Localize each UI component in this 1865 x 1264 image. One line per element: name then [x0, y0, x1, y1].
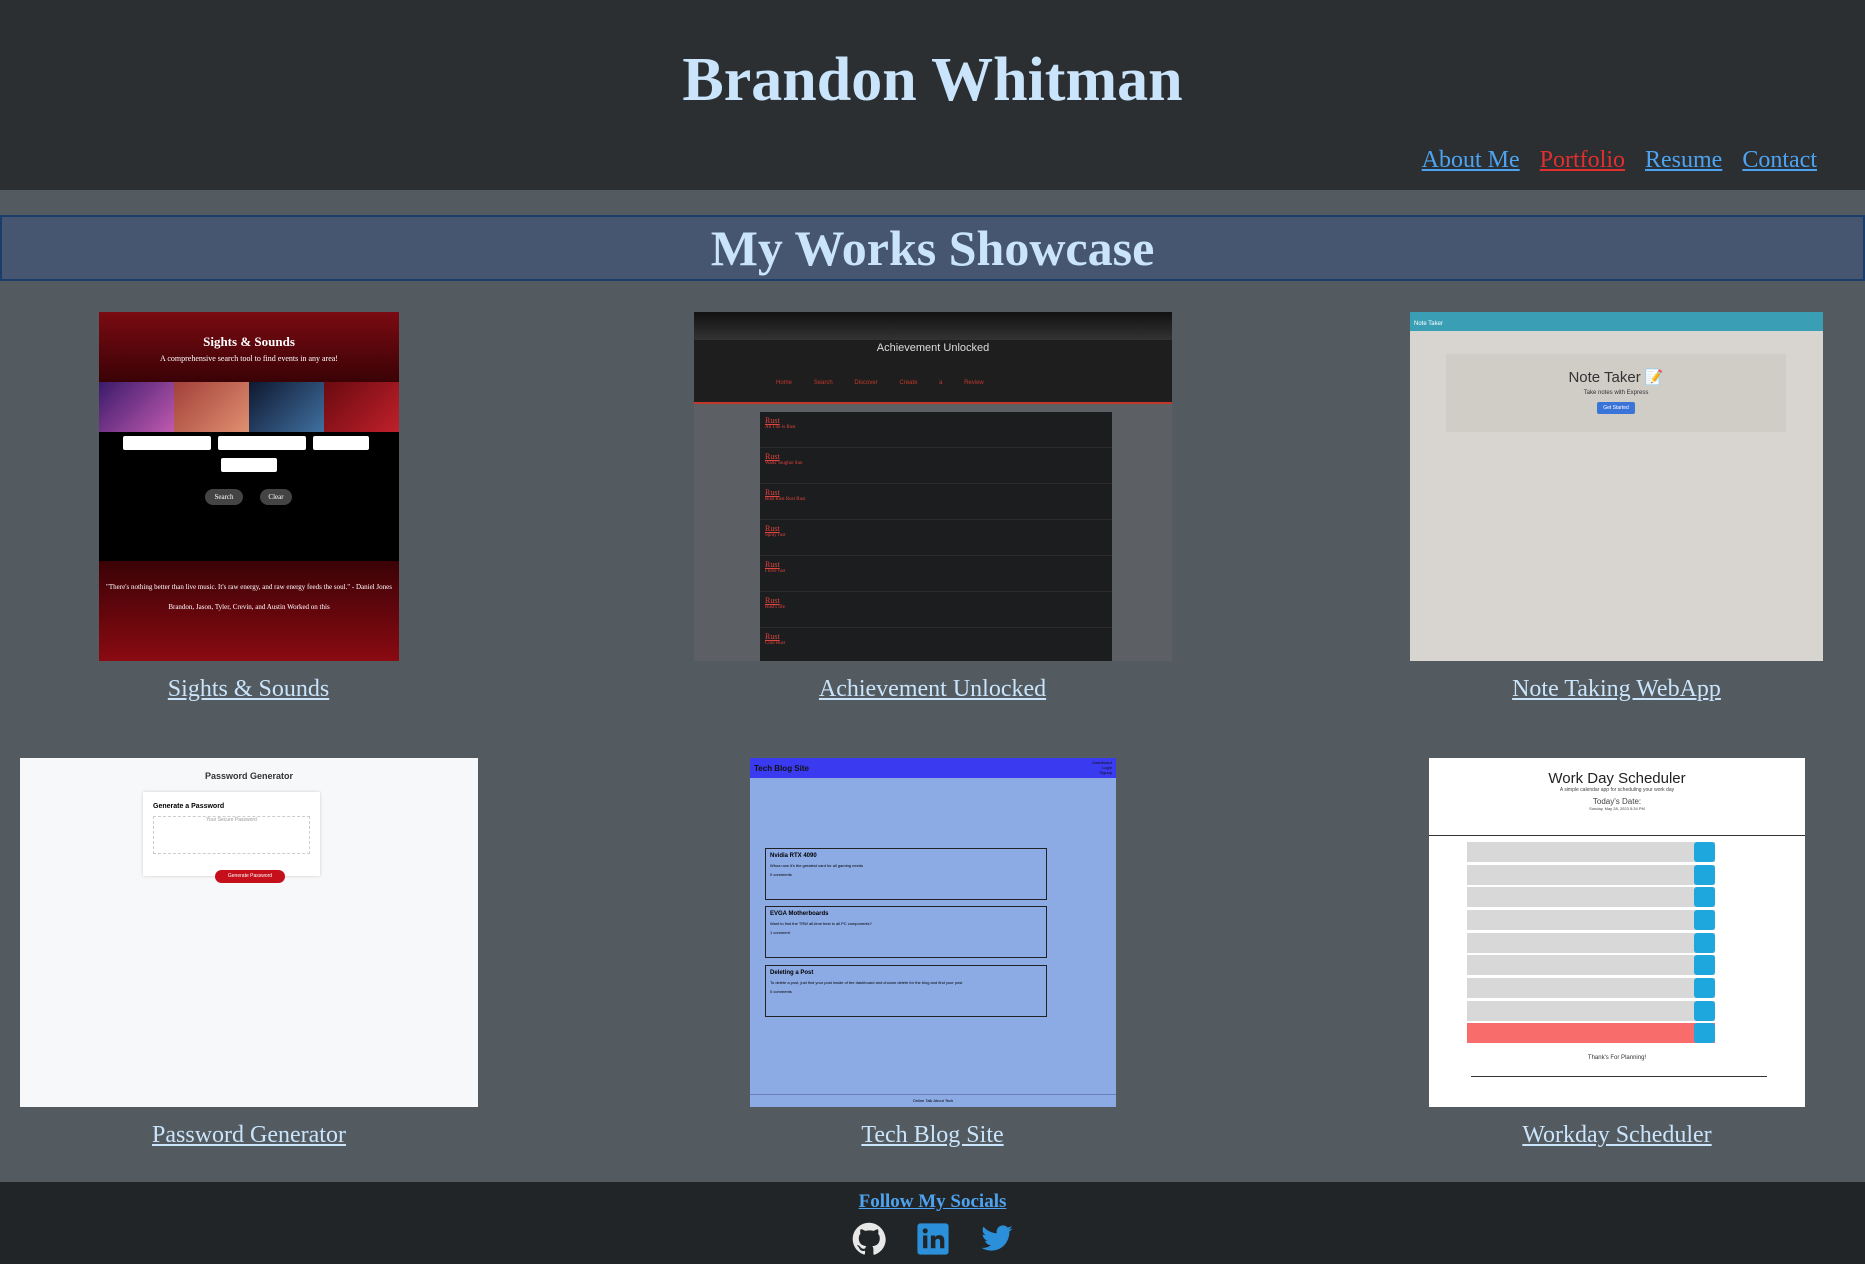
thumb-input	[123, 436, 211, 450]
thumb-header: Achievement Unlocked Home Search Discove…	[694, 312, 1172, 404]
thumb-input	[221, 458, 277, 472]
concert-images	[99, 382, 399, 432]
project-card-workday-scheduler: Work Day Scheduler A simple calendar app…	[1429, 758, 1805, 1158]
project-thumbnail[interactable]: Work Day Scheduler A simple calendar app…	[1429, 758, 1805, 1107]
project-card-tech-blog: Tech Blog Site Dashboard Login Signup Nv…	[650, 758, 1215, 1158]
project-thumbnail[interactable]: Note Taker Note Taker 📝 Take notes with …	[1410, 312, 1823, 661]
thumb-row	[1467, 910, 1715, 931]
github-icon[interactable]	[852, 1222, 886, 1256]
project-link-achievement-unlocked[interactable]: Achievement Unlocked	[650, 676, 1215, 703]
thumb-subheading: A comprehensive search tool to find even…	[160, 354, 338, 363]
site-footer: Follow My Socials	[0, 1182, 1865, 1264]
thumb-card: Generate a Password Your Secure Password	[143, 792, 320, 876]
project-link-tech-blog[interactable]: Tech Blog Site	[650, 1122, 1215, 1149]
project-card-password-generator: Password Generator Generate a Password Y…	[20, 758, 478, 1158]
thumb-post: Deleting a Post To delete a post, just f…	[765, 965, 1047, 1017]
thumb-row	[1467, 865, 1715, 886]
thumb-row	[1467, 955, 1715, 976]
thumb-input	[313, 436, 369, 450]
thumb-nav: Home Search Discover Create a Review	[776, 380, 984, 386]
thumb-row	[1467, 978, 1715, 999]
thumb-row	[1467, 1001, 1715, 1022]
nav-about-me[interactable]: About Me	[1422, 147, 1520, 173]
project-link-sights-sounds[interactable]: Sights & Sounds	[0, 676, 497, 703]
thumb-quote: "There's nothing better than live music.…	[106, 583, 392, 591]
thumb-today: Today's Date:	[1592, 797, 1642, 806]
thumb-post: EVGA Motherboards Want to find the TRW a…	[765, 906, 1047, 958]
thumb-footer: Thank's For Planning!	[1587, 1055, 1647, 1061]
thumb-sub: Take notes with Express	[1583, 390, 1649, 396]
project-link-password-generator[interactable]: Password Generator	[20, 1122, 478, 1149]
thumb-start-button: Get Started	[1597, 402, 1635, 414]
thumb-jumbotron: Note Taker 📝 Take notes with Express Get…	[1446, 354, 1786, 432]
site-title: Brandon Whitman	[682, 46, 1183, 114]
thumb-row	[1467, 887, 1715, 908]
nav-portfolio[interactable]: Portfolio	[1540, 147, 1625, 173]
thumb-row	[1467, 933, 1715, 954]
thumb-footer: "There's nothing better than live music.…	[99, 561, 399, 661]
thumb-sub: A simple calendar app for scheduling you…	[1559, 787, 1675, 793]
thumb-search-button: Search	[205, 489, 243, 505]
project-card-note-taking: Note Taker Note Taker 📝 Take notes with …	[1410, 312, 1823, 712]
thumb-navbar: Note Taker	[1410, 312, 1823, 331]
thumb-row	[1467, 1023, 1715, 1044]
project-thumbnail[interactable]: Tech Blog Site Dashboard Login Signup Nv…	[750, 758, 1116, 1107]
project-thumbnail[interactable]: Sights & Sounds A comprehensive search t…	[99, 312, 399, 661]
thumb-heading: Work Day Scheduler	[1548, 770, 1686, 787]
linkedin-icon[interactable]	[916, 1222, 950, 1256]
thumb-heading: Achievement Unlocked	[876, 342, 990, 354]
thumb-header: Tech Blog Site Dashboard Login Signup	[750, 758, 1116, 778]
project-thumbnail[interactable]: Password Generator Generate a Password Y…	[20, 758, 478, 1107]
thumb-clear-button: Clear	[260, 489, 292, 505]
thumb-post-list: Rust All I do is Rust Rust Walls' toughie …	[760, 412, 1112, 661]
section-banner: My Works Showcase	[0, 215, 1865, 281]
thumb-heading: Note Taker 📝	[1568, 369, 1664, 386]
project-thumbnail[interactable]: Achievement Unlocked Home Search Discove…	[694, 312, 1172, 661]
nav-contact[interactable]: Contact	[1742, 147, 1817, 173]
thumb-credits: Brandon, Jason, Tyler, Crevin, and Austi…	[168, 603, 330, 611]
thumb-date: Sunday, May 28, 2023 5:34 PM	[1589, 806, 1645, 811]
project-card-sights-sounds: Sights & Sounds A comprehensive search t…	[0, 312, 497, 712]
social-icons	[0, 1222, 1865, 1261]
thumb-post: Nvidia RTX 4090 Whoa now it's the greate…	[765, 848, 1047, 900]
project-card-achievement-unlocked: Achievement Unlocked Home Search Discove…	[650, 312, 1215, 712]
follow-socials-link[interactable]: Follow My Socials	[0, 1191, 1865, 1213]
site-header: Brandon Whitman About Me Portfolio Resum…	[0, 0, 1865, 190]
thumb-input	[218, 436, 306, 450]
nav-resume[interactable]: Resume	[1645, 147, 1722, 173]
twitter-icon[interactable]	[980, 1222, 1014, 1256]
thumb-heading: Sights & Sounds	[203, 334, 295, 349]
thumb-row	[1467, 842, 1715, 863]
thumb-heading: Password Generator	[204, 771, 294, 781]
main-nav: About Me Portfolio Resume Contact	[1406, 147, 1817, 174]
project-link-note-taking[interactable]: Note Taking WebApp	[1410, 676, 1823, 703]
thumb-footer: Online Talk About Tech	[750, 1094, 1116, 1107]
section-title: My Works Showcase	[710, 220, 1155, 276]
project-link-workday-scheduler[interactable]: Workday Scheduler	[1429, 1122, 1805, 1149]
thumb-generate-button: Generate Password	[215, 870, 285, 883]
